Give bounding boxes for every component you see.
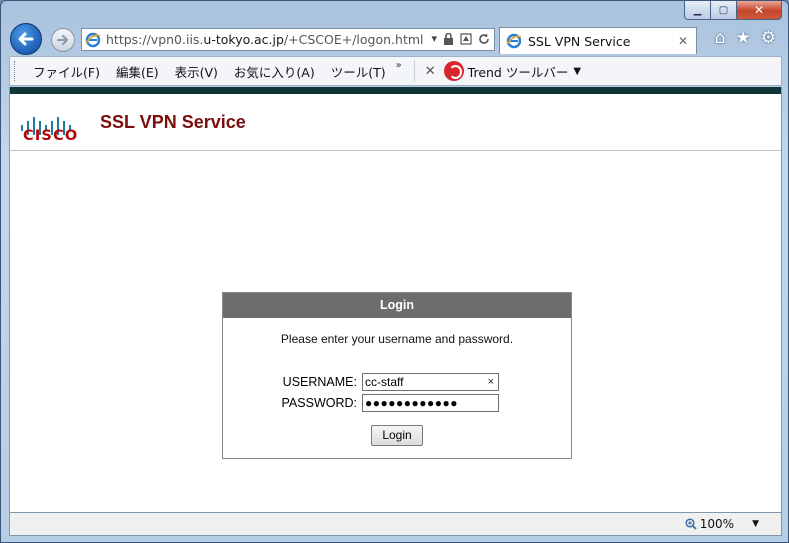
address-bar[interactable]: https://vpn0.iis.u-tokyo.ac.jp/+CSCOE+/l… [81,28,495,51]
browser-window: ▁ ▢ ✕ https://vpn0.iis.u-tokyo.ac.jp/+CS… [0,0,789,543]
clear-input-icon[interactable]: × [488,374,494,390]
menu-file[interactable]: ファイル(F) [25,62,108,81]
cisco-logo-text: CISCO [23,128,79,144]
ie-page-icon [85,32,101,47]
tab-ssl-vpn[interactable]: SSL VPN Service ✕ [499,27,697,54]
compatibility-view-icon[interactable] [460,32,472,45]
ie-tab-icon [506,33,522,49]
status-bar: 100% ▼ [9,512,782,536]
username-field[interactable]: cc-staff × [362,373,499,391]
login-button[interactable]: Login [371,425,423,446]
menu-edit[interactable]: 編集(E) [108,62,167,81]
menu-view[interactable]: 表示(V) [167,62,226,81]
back-arrow-icon [18,32,34,46]
page-header: CISCO SSL VPN Service [10,94,781,151]
url-text[interactable]: https://vpn0.iis.u-tokyo.ac.jp/+CSCOE+/l… [106,32,424,47]
zoom-control[interactable]: 100% ▼ [685,517,759,531]
lock-icon[interactable] [443,32,454,45]
login-instructions: Please enter your username and password. [280,332,514,346]
toolbar-grip[interactable] [14,61,17,81]
tab-close-icon[interactable]: ✕ [678,34,688,48]
zoom-level: 100% [699,517,735,531]
username-row: USERNAME: cc-staff × [223,373,571,391]
tab-title: SSL VPN Service [528,33,631,49]
password-value: ●●●●●●●●●●●● [365,396,458,410]
password-label: PASSWORD: [281,396,357,410]
dropdown-arrow-icon[interactable]: ▾ [431,32,437,45]
header-strip [10,87,781,94]
maximize-button[interactable]: ▢ [711,1,737,20]
zoom-magnifier-icon [685,518,697,530]
window-controls: ▁ ▢ ✕ [684,1,782,20]
back-button[interactable] [10,23,42,55]
trend-dropdown-arrow-icon[interactable]: ▼ [573,66,581,77]
page-content: CISCO SSL VPN Service Login Please enter… [9,87,782,512]
url-path: /+CSCOE+/logon.html [283,32,424,47]
settings-gear-icon[interactable]: ⚙ [761,30,776,47]
menu-toolbar: ファイル(F) 編集(E) 表示(V) お気に入り(A) ツール(T) » ✕ … [9,56,782,86]
username-label: USERNAME: [282,375,357,389]
minimize-button[interactable]: ▁ [684,1,711,20]
menu-tools[interactable]: ツール(T) [323,62,394,81]
browser-right-icons: ⌂ ★ ⚙ [715,30,776,47]
toolbar-overflow-chevron-icon[interactable]: » [396,60,402,71]
forward-arrow-icon [57,35,68,45]
favorites-star-icon[interactable]: ★ [736,30,751,47]
url-host: u-tokyo.ac.jp [203,32,284,47]
toolbar-separator [413,60,415,82]
refresh-icon[interactable] [478,33,490,45]
home-icon[interactable]: ⌂ [715,30,726,47]
login-panel: Login Please enter your username and pas… [222,292,572,459]
username-value: cc-staff [365,375,404,389]
trend-toolbar-label[interactable]: Trend ツールバー [468,62,569,81]
zoom-dropdown-arrow-icon[interactable]: ▼ [752,519,759,529]
address-tools: ▾ [431,32,490,45]
menu-favorites[interactable]: お気に入り(A) [226,62,323,81]
forward-button[interactable] [51,28,75,52]
page-title: SSL VPN Service [100,112,246,132]
url-prefix: https://vpn0.iis. [106,32,204,47]
password-row: PASSWORD: ●●●●●●●●●●●● [223,394,571,412]
toolbar-close-icon[interactable]: ✕ [425,64,436,79]
close-window-button[interactable]: ✕ [737,1,782,20]
trend-micro-icon[interactable] [443,61,464,81]
password-field[interactable]: ●●●●●●●●●●●● [362,394,499,412]
login-heading: Login [223,293,571,318]
